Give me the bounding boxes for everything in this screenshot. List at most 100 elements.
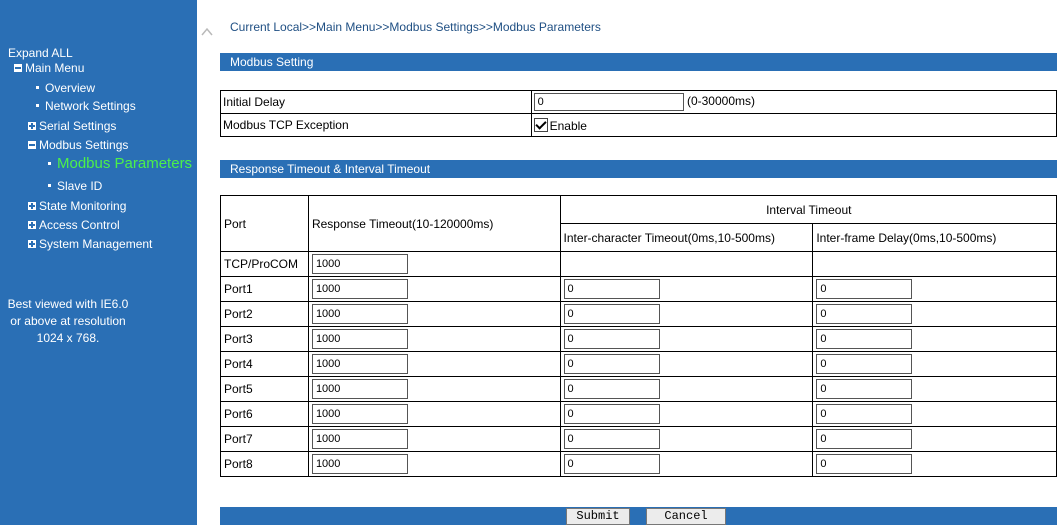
expand-icon xyxy=(28,122,36,130)
port-label: Port7 xyxy=(220,426,309,452)
browser-note: Best viewed with IE6.0 or above at resol… xyxy=(0,296,136,347)
table-row: TCP/ProCOM 1000 xyxy=(220,251,1057,277)
inter-char-timeout-input[interactable]: 0 xyxy=(563,304,660,324)
inter-frame-delay-input[interactable]: 0 xyxy=(816,304,913,324)
inter-frame-cell: 0 xyxy=(812,401,1057,427)
enable-checkbox[interactable] xyxy=(533,117,548,132)
response-cell: 1000 xyxy=(307,401,561,427)
table-row: Port5 1000 0 0 xyxy=(220,376,1057,402)
sidebar-item-modbus-settings[interactable]: Modbus Settings xyxy=(28,138,128,152)
table-row: Initial Delay 0 (0-30000ms) xyxy=(220,90,1057,114)
table-row: Port4 1000 0 0 xyxy=(220,351,1057,377)
response-timeout-input[interactable]: 1000 xyxy=(311,279,408,299)
response-cell: 1000 xyxy=(307,426,561,452)
collapse-icon xyxy=(28,141,36,149)
response-timeout-input[interactable]: 1000 xyxy=(311,454,408,474)
cancel-button[interactable]: Cancel xyxy=(646,508,726,525)
inter-frame-delay-input[interactable]: 0 xyxy=(816,329,913,349)
initial-delay-input[interactable]: 0 xyxy=(533,93,684,111)
response-timeout-input[interactable]: 1000 xyxy=(311,379,408,399)
inter-char-timeout-input[interactable]: 0 xyxy=(563,454,660,474)
bullet-icon xyxy=(36,104,39,107)
expand-all-link[interactable]: Expand ALL xyxy=(8,46,73,60)
table-row: Port1 1000 0 0 xyxy=(220,276,1057,302)
sidebar-item-state-monitoring[interactable]: State Monitoring xyxy=(28,199,126,213)
inter-frame-cell: 0 xyxy=(812,376,1057,402)
inter-char-column-header: Inter-character Timeout(0ms,10-500ms) xyxy=(559,223,814,252)
response-cell: 1000 xyxy=(307,376,561,402)
inter-frame-delay-input[interactable]: 0 xyxy=(816,454,913,474)
port-label: Port2 xyxy=(220,301,309,327)
inter-char-timeout-input[interactable]: 0 xyxy=(563,329,660,349)
collapse-icon xyxy=(14,64,22,72)
response-timeout-input[interactable]: 1000 xyxy=(311,354,408,374)
response-timeout-input[interactable]: 1000 xyxy=(311,404,408,424)
port-label: Port3 xyxy=(220,326,309,352)
port-label: Port4 xyxy=(220,351,309,377)
initial-delay-range: (0-30000ms) xyxy=(686,94,755,109)
bullet-icon xyxy=(48,184,51,187)
response-timeout-input[interactable]: 1000 xyxy=(311,254,408,274)
sidebar-item-overview[interactable]: Overview xyxy=(36,81,95,95)
table-header-row: Port Response Timeout(10-120000ms) Inter… xyxy=(220,195,1057,252)
browser-note-line: 1024 x 768. xyxy=(36,331,100,345)
sidebar-item-label: Modbus Settings xyxy=(39,138,129,152)
table-row: Port8 1000 0 0 xyxy=(220,451,1057,477)
tcp-exception-label: Modbus TCP Exception xyxy=(220,113,532,137)
inter-char-cell: 0 xyxy=(559,326,814,352)
expand-icon xyxy=(28,202,36,210)
button-bar xyxy=(220,507,1057,525)
inter-char-timeout-input[interactable]: 0 xyxy=(563,379,660,399)
inter-char-timeout-input[interactable]: 0 xyxy=(563,354,660,374)
sidebar-item-serial-settings[interactable]: Serial Settings xyxy=(28,119,116,133)
response-cell: 1000 xyxy=(307,451,561,477)
sidebar-item-slave-id[interactable]: Slave ID xyxy=(48,179,102,193)
empty-cell xyxy=(559,251,814,277)
inter-char-cell: 0 xyxy=(559,301,814,327)
inter-frame-delay-input[interactable]: 0 xyxy=(816,354,913,374)
inter-char-timeout-input[interactable]: 0 xyxy=(563,429,660,449)
response-cell: 1000 xyxy=(307,276,561,302)
sidebar-item-label: State Monitoring xyxy=(39,199,127,213)
inter-frame-cell: 0 xyxy=(812,276,1057,302)
submit-button[interactable]: Submit xyxy=(566,508,630,525)
modbus-setting-table: Initial Delay 0 (0-30000ms) Modbus TCP E… xyxy=(220,90,1057,137)
inter-frame-delay-input[interactable]: 0 xyxy=(816,279,913,299)
sidebar-item-network-settings[interactable]: Network Settings xyxy=(36,99,136,113)
sidebar-item-main-menu[interactable]: Main Menu xyxy=(14,61,84,75)
inter-frame-cell: 0 xyxy=(812,326,1057,352)
response-timeout-input[interactable]: 1000 xyxy=(311,329,408,349)
sidebar-item-label: Network Settings xyxy=(45,99,136,113)
port-label: Port8 xyxy=(220,451,309,477)
sidebar-item-access-control[interactable]: Access Control xyxy=(28,218,120,232)
browser-note-line: or above at resolution xyxy=(10,314,126,328)
inter-frame-delay-input[interactable]: 0 xyxy=(816,429,913,449)
inter-char-cell: 0 xyxy=(559,351,814,377)
inter-frame-delay-input[interactable]: 0 xyxy=(816,404,913,424)
browser-note-line: Best viewed with IE6.0 xyxy=(7,297,129,311)
inter-frame-cell: 0 xyxy=(812,426,1057,452)
chevron-up-icon[interactable] xyxy=(201,26,213,38)
port-label: Port6 xyxy=(220,401,309,427)
sidebar-item-modbus-parameters[interactable]: Modbus Parameters xyxy=(48,155,192,172)
expand-icon xyxy=(28,240,36,248)
response-timeout-input[interactable]: 1000 xyxy=(311,304,408,324)
sidebar-item-system-management[interactable]: System Management xyxy=(28,237,152,251)
inter-char-cell: 0 xyxy=(559,451,814,477)
inter-frame-cell: 0 xyxy=(812,351,1057,377)
sidebar-item-label: Serial Settings xyxy=(39,119,117,133)
inter-char-cell: 0 xyxy=(559,426,814,452)
inter-char-timeout-input[interactable]: 0 xyxy=(563,404,660,424)
tcp-exception-cell: Enable xyxy=(530,113,1057,137)
inter-frame-delay-input[interactable]: 0 xyxy=(816,379,913,399)
response-timeout-input[interactable]: 1000 xyxy=(311,429,408,449)
expand-icon xyxy=(28,221,36,229)
table-row: Port2 1000 0 0 xyxy=(220,301,1057,327)
initial-delay-label: Initial Delay xyxy=(220,90,532,114)
inter-char-timeout-input[interactable]: 0 xyxy=(563,279,660,299)
sidebar-item-label: Overview xyxy=(45,81,96,95)
sidebar-item-label: Modbus Parameters xyxy=(57,155,193,172)
interval-column-header: Interval Timeout xyxy=(559,195,1057,224)
sidebar-item-label: Access Control xyxy=(39,218,120,232)
table-row: Port3 1000 0 0 xyxy=(220,326,1057,352)
